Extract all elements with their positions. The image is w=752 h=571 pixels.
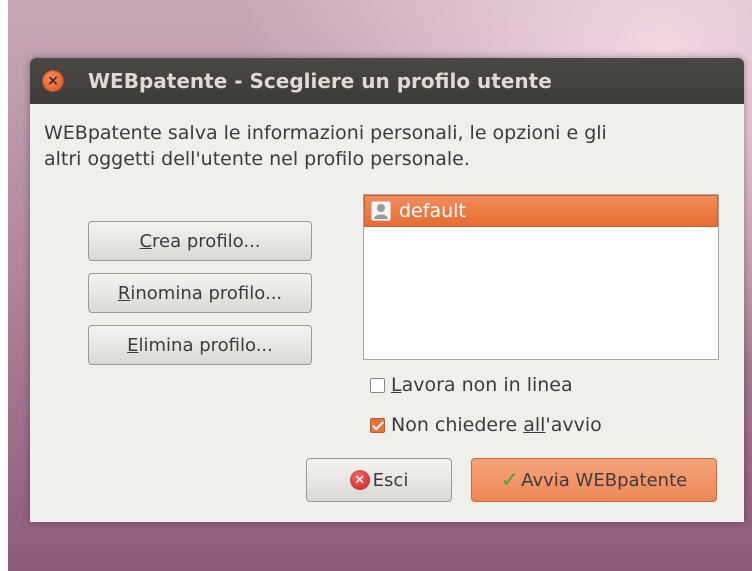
start-label: Avvia WEBpatente bbox=[521, 469, 688, 491]
description-line-1: WEBpatente salva le informazioni persona… bbox=[44, 122, 607, 144]
list-item[interactable]: default bbox=[364, 195, 718, 227]
offline-option[interactable]: Lavora non in linea bbox=[370, 374, 573, 396]
cancel-icon: ✕ bbox=[349, 470, 370, 490]
offline-checkbox[interactable] bbox=[370, 377, 385, 393]
delete-mnemonic: E bbox=[127, 334, 139, 356]
no-ask-label-end: 'avvio bbox=[545, 414, 602, 436]
offline-label: avora non in linea bbox=[401, 374, 573, 396]
create-profile-button[interactable]: Crea profilo... bbox=[88, 221, 312, 261]
rename-label: inomina profilo... bbox=[130, 282, 283, 304]
profile-dialog: × WEBpatente - Scegliere un profilo uten… bbox=[30, 58, 744, 522]
title-bar[interactable]: × WEBpatente - Scegliere un profilo uten… bbox=[30, 58, 744, 104]
no-ask-checkbox[interactable] bbox=[370, 417, 385, 433]
profile-list[interactable]: default bbox=[363, 194, 719, 360]
no-ask-option[interactable]: Non chiedere a ll'avvio bbox=[370, 414, 602, 436]
close-icon[interactable]: × bbox=[42, 70, 64, 92]
check-icon: ✓ bbox=[500, 467, 520, 493]
window-title: WEBpatente - Scegliere un profilo utente bbox=[88, 69, 552, 93]
rename-profile-button[interactable]: Rinomina profilo... bbox=[88, 273, 312, 313]
start-button[interactable]: ✓ Avvia WEBpatente bbox=[471, 458, 717, 502]
rename-mnemonic: R bbox=[117, 282, 131, 304]
description-line-2: altri oggetti dell'utente nel profilo pe… bbox=[44, 148, 470, 170]
exit-button[interactable]: ✕ Esci bbox=[306, 458, 452, 502]
no-ask-underlined: ll bbox=[534, 414, 546, 436]
exit-label: Esci bbox=[372, 469, 409, 491]
create-mnemonic: C bbox=[139, 230, 153, 252]
delete-profile-button[interactable]: Elimina profilo... bbox=[88, 325, 312, 365]
create-label: rea profilo... bbox=[152, 230, 261, 252]
no-ask-mnemonic: a bbox=[523, 414, 535, 436]
profile-label: default bbox=[399, 200, 466, 222]
offline-mnemonic: L bbox=[391, 374, 402, 396]
description-text: WEBpatente salva le informazioni persona… bbox=[44, 120, 734, 172]
delete-label: limina profilo... bbox=[138, 334, 273, 356]
user-icon bbox=[371, 201, 391, 221]
no-ask-label-start: Non chiedere bbox=[391, 414, 524, 436]
